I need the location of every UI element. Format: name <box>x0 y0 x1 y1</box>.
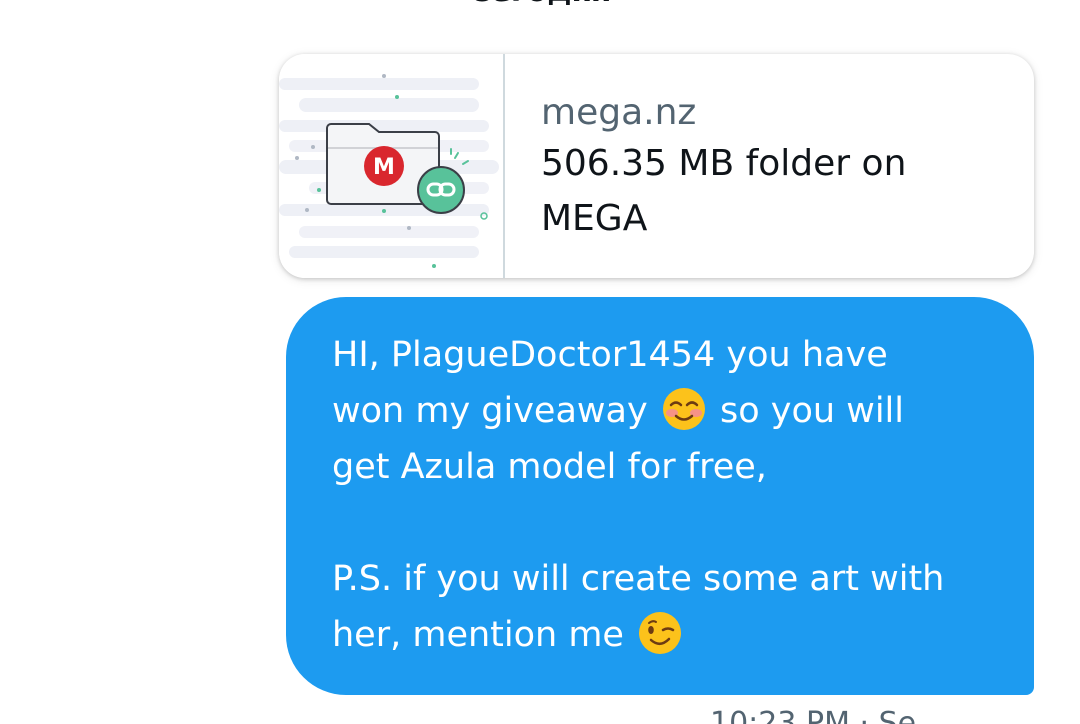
message-text: so you will <box>719 391 904 431</box>
winking-face-icon <box>639 612 682 654</box>
message-text: her, mention me <box>332 615 624 655</box>
mega-folder-thumbnail: M <box>279 54 505 278</box>
message-text: won my giveaway <box>332 391 648 431</box>
message-line: HI, PlagueDoctor1454 you have <box>332 335 888 375</box>
svg-text:M: M <box>373 155 395 180</box>
dm-conversation: Сегодня <box>0 0 1080 724</box>
mega-folder-illustration: M <box>279 74 499 268</box>
link-preview-card[interactable]: M mega.nz 506.35 MB folder on MEGA <box>279 54 1034 278</box>
link-card-text: mega.nz 506.35 MB folder on MEGA <box>505 54 1034 278</box>
smiling-face-icon <box>662 388 705 430</box>
date-header: Сегодня <box>0 0 1080 10</box>
message-timestamp: 10:23 PM · Se <box>710 706 917 724</box>
message-bubble[interactable]: HI, PlagueDoctor1454 you have won my giv… <box>286 297 1034 695</box>
message-line: her, mention me <box>332 607 1004 663</box>
message-line: get Azula model for free, <box>332 447 767 487</box>
message-line: P.S. if you will create some art with <box>332 559 945 599</box>
link-domain: mega.nz <box>541 92 697 133</box>
link-title: 506.35 MB folder on MEGA <box>541 143 907 239</box>
message-line: won my giveaway so you will <box>332 383 1004 439</box>
